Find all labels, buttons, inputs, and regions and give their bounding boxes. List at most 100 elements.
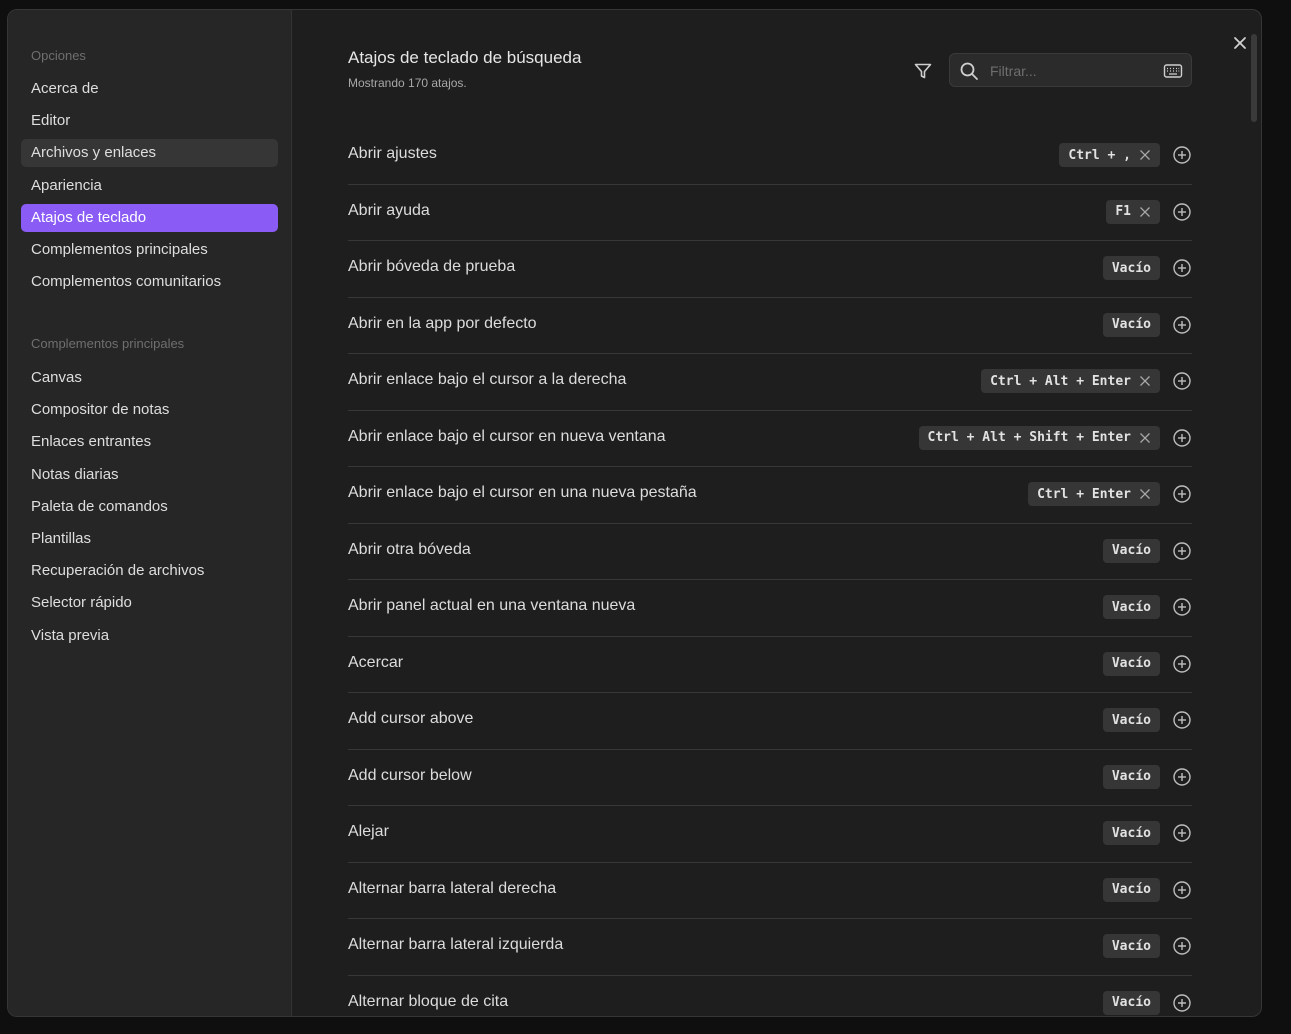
hotkey-controls: Vacío <box>1102 595 1192 619</box>
hotkey-key-label: Ctrl + Alt + Shift + Enter <box>927 430 1132 445</box>
page-title: Atajos de teclado de búsqueda <box>348 48 582 67</box>
hotkey-row: Abrir ajustes Ctrl + , <box>348 128 1192 185</box>
sidebar-item-editor[interactable]: Editor <box>21 107 278 135</box>
add-hotkey-icon[interactable] <box>1172 145 1192 165</box>
sidebar-item-notas-diarias[interactable]: Notas diarias <box>21 461 278 489</box>
hotkey-key-label: Vacío <box>1111 543 1151 558</box>
sidebar-item-selector-rapido[interactable]: Selector rápido <box>21 589 278 617</box>
sidebar-item-enlaces-entrantes[interactable]: Enlaces entrantes <box>21 428 278 456</box>
remove-hotkey-icon[interactable] <box>1139 488 1151 500</box>
hotkey-row: Abrir ayuda F1 <box>348 185 1192 241</box>
hotkey-row: Abrir panel actual en una ventana nueva V… <box>348 580 1192 637</box>
sidebar-item-complementos-principales[interactable]: Complementos principales <box>21 236 278 264</box>
hotkey-controls: F1 <box>1106 199 1192 224</box>
hotkey-chip: Vacío <box>1102 651 1160 676</box>
hotkey-command-name: Add cursor above <box>348 710 474 727</box>
hotkey-chip: Vacío <box>1102 312 1160 337</box>
remove-hotkey-icon[interactable] <box>1139 432 1151 444</box>
add-hotkey-icon[interactable] <box>1172 371 1192 391</box>
sidebar-item-vista-previa[interactable]: Vista previa <box>21 622 278 650</box>
add-hotkey-icon[interactable] <box>1172 710 1192 730</box>
hotkey-key-label: Vacío <box>1111 995 1151 1010</box>
sidebar-group-title-core-plugins: Complementos principales <box>31 336 185 351</box>
hotkey-controls: Vacío <box>1102 651 1192 676</box>
hotkey-command-name: Alejar <box>348 823 389 840</box>
hotkey-command-name: Add cursor below <box>348 766 472 784</box>
sidebar-item-complementos-comunitarios[interactable]: Complementos comunitarios <box>21 268 278 296</box>
hotkey-controls: Ctrl + Alt + Shift + Enter <box>918 425 1193 450</box>
hotkey-key-label: Vacío <box>1111 599 1151 615</box>
hotkey-key-label: Vacío <box>1111 769 1151 784</box>
hotkey-controls: Vacío <box>1102 821 1192 845</box>
hotkey-chip: Ctrl + Alt + Enter <box>981 369 1160 393</box>
hotkey-row: Alejar Vacío <box>348 806 1192 863</box>
hotkey-row: Abrir otra bóveda Vacío <box>348 524 1192 580</box>
hotkey-chip: Vacío <box>1102 821 1160 845</box>
remove-hotkey-icon[interactable] <box>1139 149 1151 161</box>
add-hotkey-icon[interactable] <box>1172 880 1192 900</box>
hotkey-row: Add cursor below Vacío <box>348 750 1192 806</box>
hotkey-chip: Ctrl + , <box>1059 143 1160 167</box>
hotkey-list: Abrir ajustes Ctrl + , Abrir ayuda F1 Abrir … <box>348 128 1193 1016</box>
filter-icon[interactable] <box>913 61 933 81</box>
sidebar-item-recuperacion-de-archivos[interactable]: Recuperación de archivos <box>21 557 278 585</box>
hotkey-key-label: Vacío <box>1111 656 1151 671</box>
hotkey-row: Alternar barra lateral derecha Vacío <box>348 863 1192 919</box>
add-hotkey-icon[interactable] <box>1172 597 1192 617</box>
settings-modal: Opciones Acerca de Editor Archivos y enlac… <box>7 9 1262 1017</box>
keyboard-icon[interactable] <box>1163 61 1183 81</box>
add-hotkey-icon[interactable] <box>1172 315 1192 335</box>
add-hotkey-icon[interactable] <box>1172 541 1192 561</box>
hotkey-command-name: Abrir ajustes <box>348 145 437 162</box>
hotkey-chip: Vacío <box>1102 256 1160 280</box>
add-hotkey-icon[interactable] <box>1172 484 1192 504</box>
hotkey-chip: Vacío <box>1102 595 1160 619</box>
hotkey-row: Abrir enlace bajo el cursor a la derecha… <box>348 354 1192 411</box>
add-hotkey-icon[interactable] <box>1172 767 1192 787</box>
add-hotkey-icon[interactable] <box>1172 428 1192 448</box>
hotkey-key-label: Vacío <box>1111 825 1151 841</box>
sidebar-item-apariencia[interactable]: Apariencia <box>21 172 278 200</box>
hotkey-command-name: Alternar barra lateral derecha <box>348 879 557 897</box>
hotkey-chip: Vacío <box>1102 538 1160 563</box>
hotkey-key-label: Ctrl + Alt + Enter <box>990 373 1131 389</box>
add-hotkey-icon[interactable] <box>1172 654 1192 674</box>
sidebar-item-compositor-de-notas[interactable]: Compositor de notas <box>21 396 278 424</box>
sidebar-item-acerca-de[interactable]: Acerca de <box>21 75 278 103</box>
sidebar-item-paleta-de-comandos[interactable]: Paleta de comandos <box>21 493 278 521</box>
hotkey-controls: Vacío <box>1102 708 1192 732</box>
add-hotkey-icon[interactable] <box>1172 993 1192 1013</box>
hotkey-command-name: Abrir otra bóveda <box>348 540 471 558</box>
close-icon[interactable] <box>1229 32 1251 54</box>
hotkey-controls: Vacío <box>1102 934 1192 958</box>
sidebar-item-atajos-de-teclado[interactable]: Atajos de teclado <box>21 203 278 232</box>
scrollbar-thumb[interactable] <box>1251 34 1257 122</box>
add-hotkey-icon[interactable] <box>1172 258 1192 278</box>
add-hotkey-icon[interactable] <box>1172 202 1192 222</box>
hotkey-controls: Vacío <box>1102 990 1192 1015</box>
remove-hotkey-icon[interactable] <box>1139 206 1151 218</box>
hotkey-command-name: Alternar barra lateral izquierda <box>348 936 564 953</box>
hotkey-controls: Ctrl + Enter <box>1028 482 1192 506</box>
sidebar-item-plantillas[interactable]: Plantillas <box>21 525 278 553</box>
hotkey-key-label: Vacío <box>1111 938 1151 954</box>
sidebar-item-canvas[interactable]: Canvas <box>21 364 278 392</box>
hotkey-key-label: Vacío <box>1111 882 1151 897</box>
hotkey-controls: Vacío <box>1102 256 1192 280</box>
search-input[interactable] <box>988 54 1152 88</box>
hotkey-key-label: Ctrl + , <box>1068 147 1131 163</box>
page-subtitle: Mostrando 170 atajos. <box>348 76 467 90</box>
sidebar-item-archivos-y-enlaces[interactable]: Archivos y enlaces <box>21 139 278 168</box>
remove-hotkey-icon[interactable] <box>1139 375 1151 387</box>
settings-sidebar: Opciones Acerca de Editor Archivos y enlac… <box>8 10 292 1016</box>
hotkey-chip: Ctrl + Alt + Shift + Enter <box>918 425 1160 450</box>
hotkey-controls: Vacío <box>1102 877 1192 902</box>
add-hotkey-icon[interactable] <box>1172 936 1192 956</box>
add-hotkey-icon[interactable] <box>1172 823 1192 843</box>
hotkey-row: Abrir en la app por defecto Vacío <box>348 298 1192 354</box>
hotkey-controls: Ctrl + , <box>1059 143 1192 167</box>
hotkey-key-label: F1 <box>1115 204 1131 219</box>
hotkey-key-label: Vacío <box>1111 712 1151 728</box>
hotkey-key-label: Vacío <box>1111 317 1151 332</box>
hotkey-controls: Ctrl + Alt + Enter <box>981 369 1192 393</box>
